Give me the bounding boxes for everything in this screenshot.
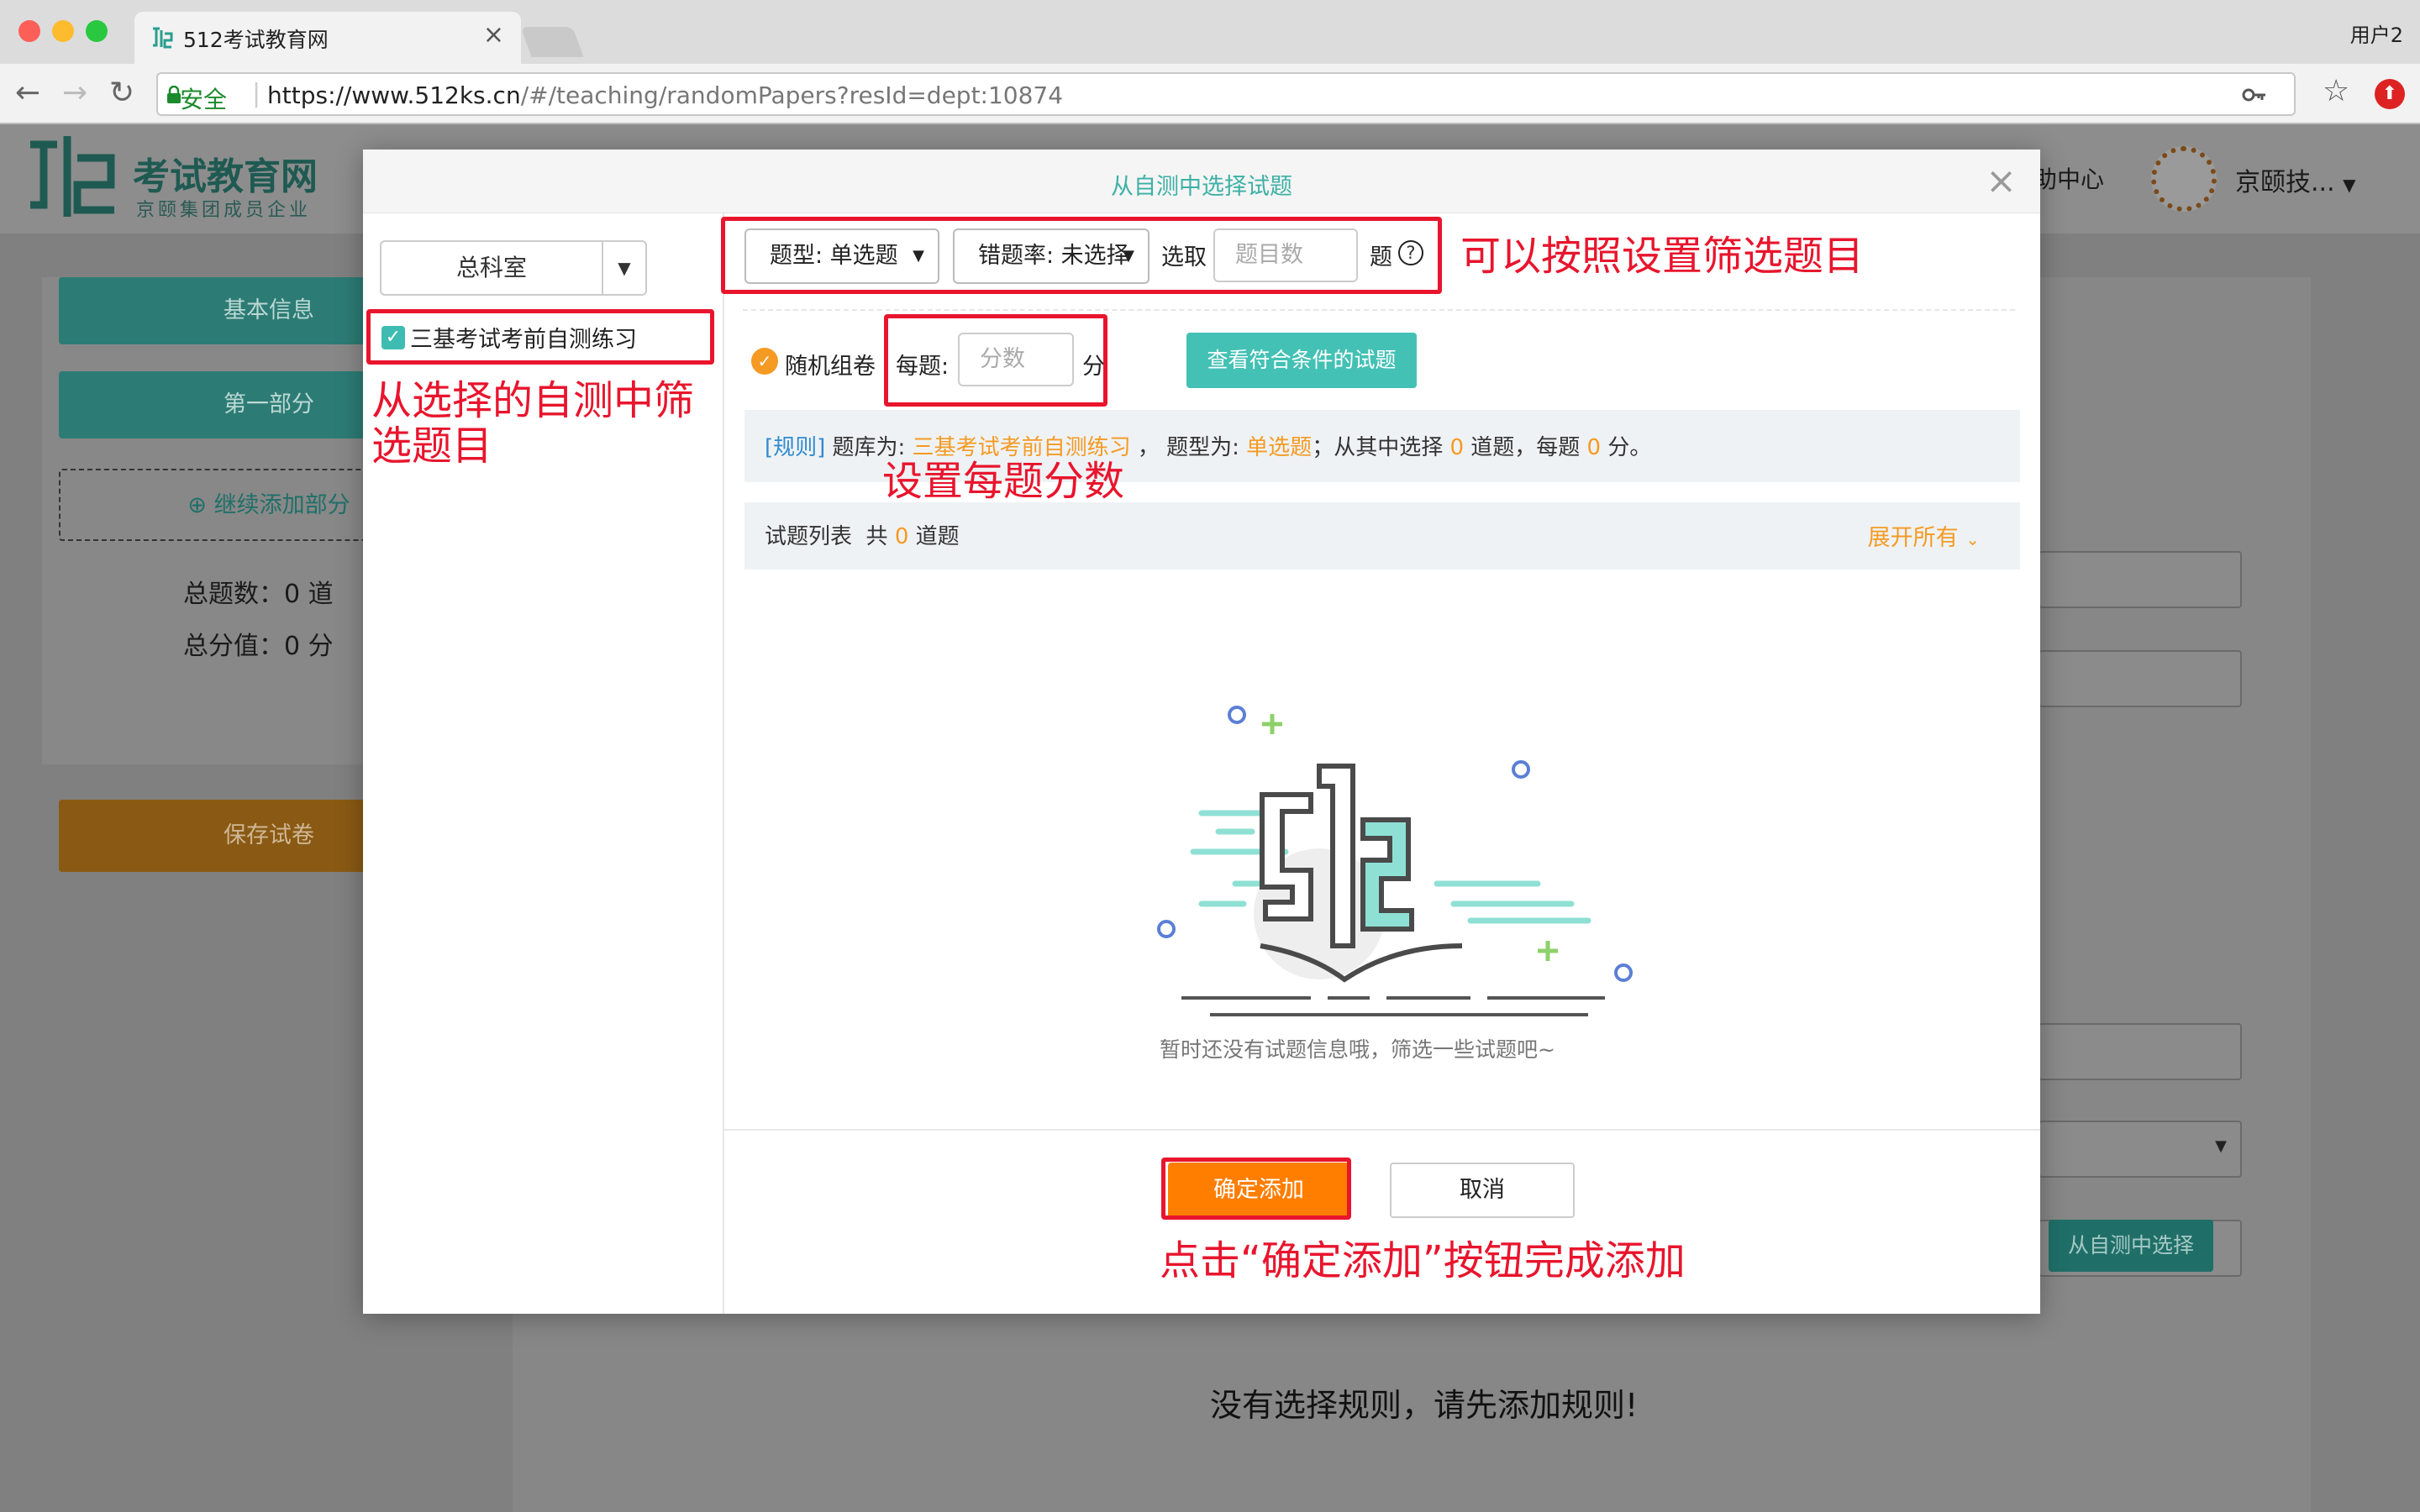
browser-tab[interactable]: 512考试教育网 × xyxy=(134,12,521,64)
extension-icon[interactable]: ⬆ xyxy=(2375,79,2405,109)
modal-title: 从自测中选择试题 xyxy=(1111,174,1292,200)
browser-tab-bar: 512考试教育网 × 用户2 xyxy=(0,0,2420,64)
annotation-box-confirm xyxy=(1161,1158,1351,1220)
annotation-bank-note: 从选择的自测中筛选题目 xyxy=(371,377,695,470)
form-field[interactable] xyxy=(2039,551,2242,608)
back-arrow-icon[interactable]: ← xyxy=(15,76,40,110)
total-questions: 总题数：0 道 xyxy=(183,580,334,609)
expand-all-link[interactable]: 展开所有 ⌄ xyxy=(1868,519,1980,552)
annotation-filter-note: 可以按照设置筛选题目 xyxy=(1460,233,1865,280)
select-from-self-test-button[interactable]: 从自测中选择 xyxy=(2049,1220,2213,1272)
logo-title: 考试教育网 xyxy=(133,155,318,198)
chevron-down-icon: ▼ xyxy=(2215,1137,2227,1155)
chevron-down-icon: ▼ xyxy=(2343,175,2356,195)
annotation-confirm-note: 点击“确定添加”按钮完成添加 xyxy=(1160,1237,1686,1284)
user-name-menu[interactable]: 京颐技... ▼ xyxy=(2235,161,2356,198)
bookmark-star-icon[interactable]: ☆ xyxy=(2323,74,2349,108)
form-field[interactable] xyxy=(2039,650,2242,707)
modal-header: 从自测中选择试题 × xyxy=(363,150,2040,213)
address-divider: | xyxy=(252,79,261,108)
browser-toolbar: ← → ↻ 安全 | https://www.512ks.cn/#/teachi… xyxy=(0,64,2420,124)
empty-state-message: 暂时还没有试题信息哦，筛选一些试题吧~ xyxy=(1160,1037,1555,1062)
close-window-icon[interactable] xyxy=(18,20,40,42)
rule-summary-text: [规则] 题库为: 三基考试考前自测练习 ， 题型为: 单选题；从其中选择 0 … xyxy=(765,435,1652,460)
modal-footer-divider xyxy=(724,1129,2040,1131)
avatar[interactable] xyxy=(2151,146,2217,212)
minimize-window-icon[interactable] xyxy=(52,20,74,42)
total-score: 总分值：0 分 xyxy=(183,632,334,661)
tab-title: 512考试教育网 xyxy=(183,28,329,52)
close-icon[interactable]: × xyxy=(1986,160,2017,202)
caret-down-icon: ▼ xyxy=(618,258,631,278)
form-field[interactable] xyxy=(2039,1023,2242,1080)
random-paper-label[interactable]: 随机组卷 xyxy=(785,348,876,381)
site-favicon-icon xyxy=(153,27,173,49)
secure-label: 安全 xyxy=(180,86,228,113)
maximize-window-icon[interactable] xyxy=(86,20,108,42)
department-dropdown-toggle[interactable]: ▼ xyxy=(602,240,647,296)
question-list-title: 试题列表 共 0 道题 xyxy=(765,524,960,549)
department-select[interactable]: 总科室 xyxy=(380,240,602,296)
no-rule-message: 没有选择规则，请先添加规则! xyxy=(1210,1387,1639,1424)
tab-close-icon[interactable]: × xyxy=(483,20,504,50)
annotation-box-filters xyxy=(721,217,1442,294)
annotation-score-note: 设置每题分数 xyxy=(882,458,1125,505)
annotation-box-score xyxy=(884,314,1107,407)
help-center-link[interactable]: 助中心 xyxy=(2033,161,2104,195)
site-logo-icon xyxy=(30,136,115,217)
address-bar[interactable]: 安全 | https://www.512ks.cn/#/teaching/ran… xyxy=(156,72,2296,116)
radio-checked-icon[interactable]: ✓ xyxy=(751,348,778,375)
form-select[interactable]: ▼ xyxy=(2039,1121,2242,1178)
browser-user-label[interactable]: 用户2 xyxy=(2350,18,2403,48)
double-chevron-down-icon: ⌄ xyxy=(1965,529,1980,549)
cancel-button[interactable]: 取消 xyxy=(1390,1163,1575,1218)
empty-state-illustration xyxy=(1157,706,1633,1016)
url-text: https://www.512ks.cn/#/teaching/randomPa… xyxy=(267,81,1064,109)
filter-divider xyxy=(743,309,2015,311)
new-tab-button[interactable] xyxy=(520,27,584,57)
reload-icon[interactable]: ↻ xyxy=(109,76,134,110)
annotation-box-bank xyxy=(366,309,714,365)
question-list-header: 试题列表 共 0 道题 展开所有 ⌄ xyxy=(744,502,2020,570)
view-matching-questions-button[interactable]: 查看符合条件的试题 xyxy=(1186,333,1417,388)
logo-subtitle: 京颐集团成员企业 xyxy=(136,200,312,221)
key-icon[interactable] xyxy=(2242,86,2267,104)
forward-arrow-icon[interactable]: → xyxy=(62,76,87,110)
